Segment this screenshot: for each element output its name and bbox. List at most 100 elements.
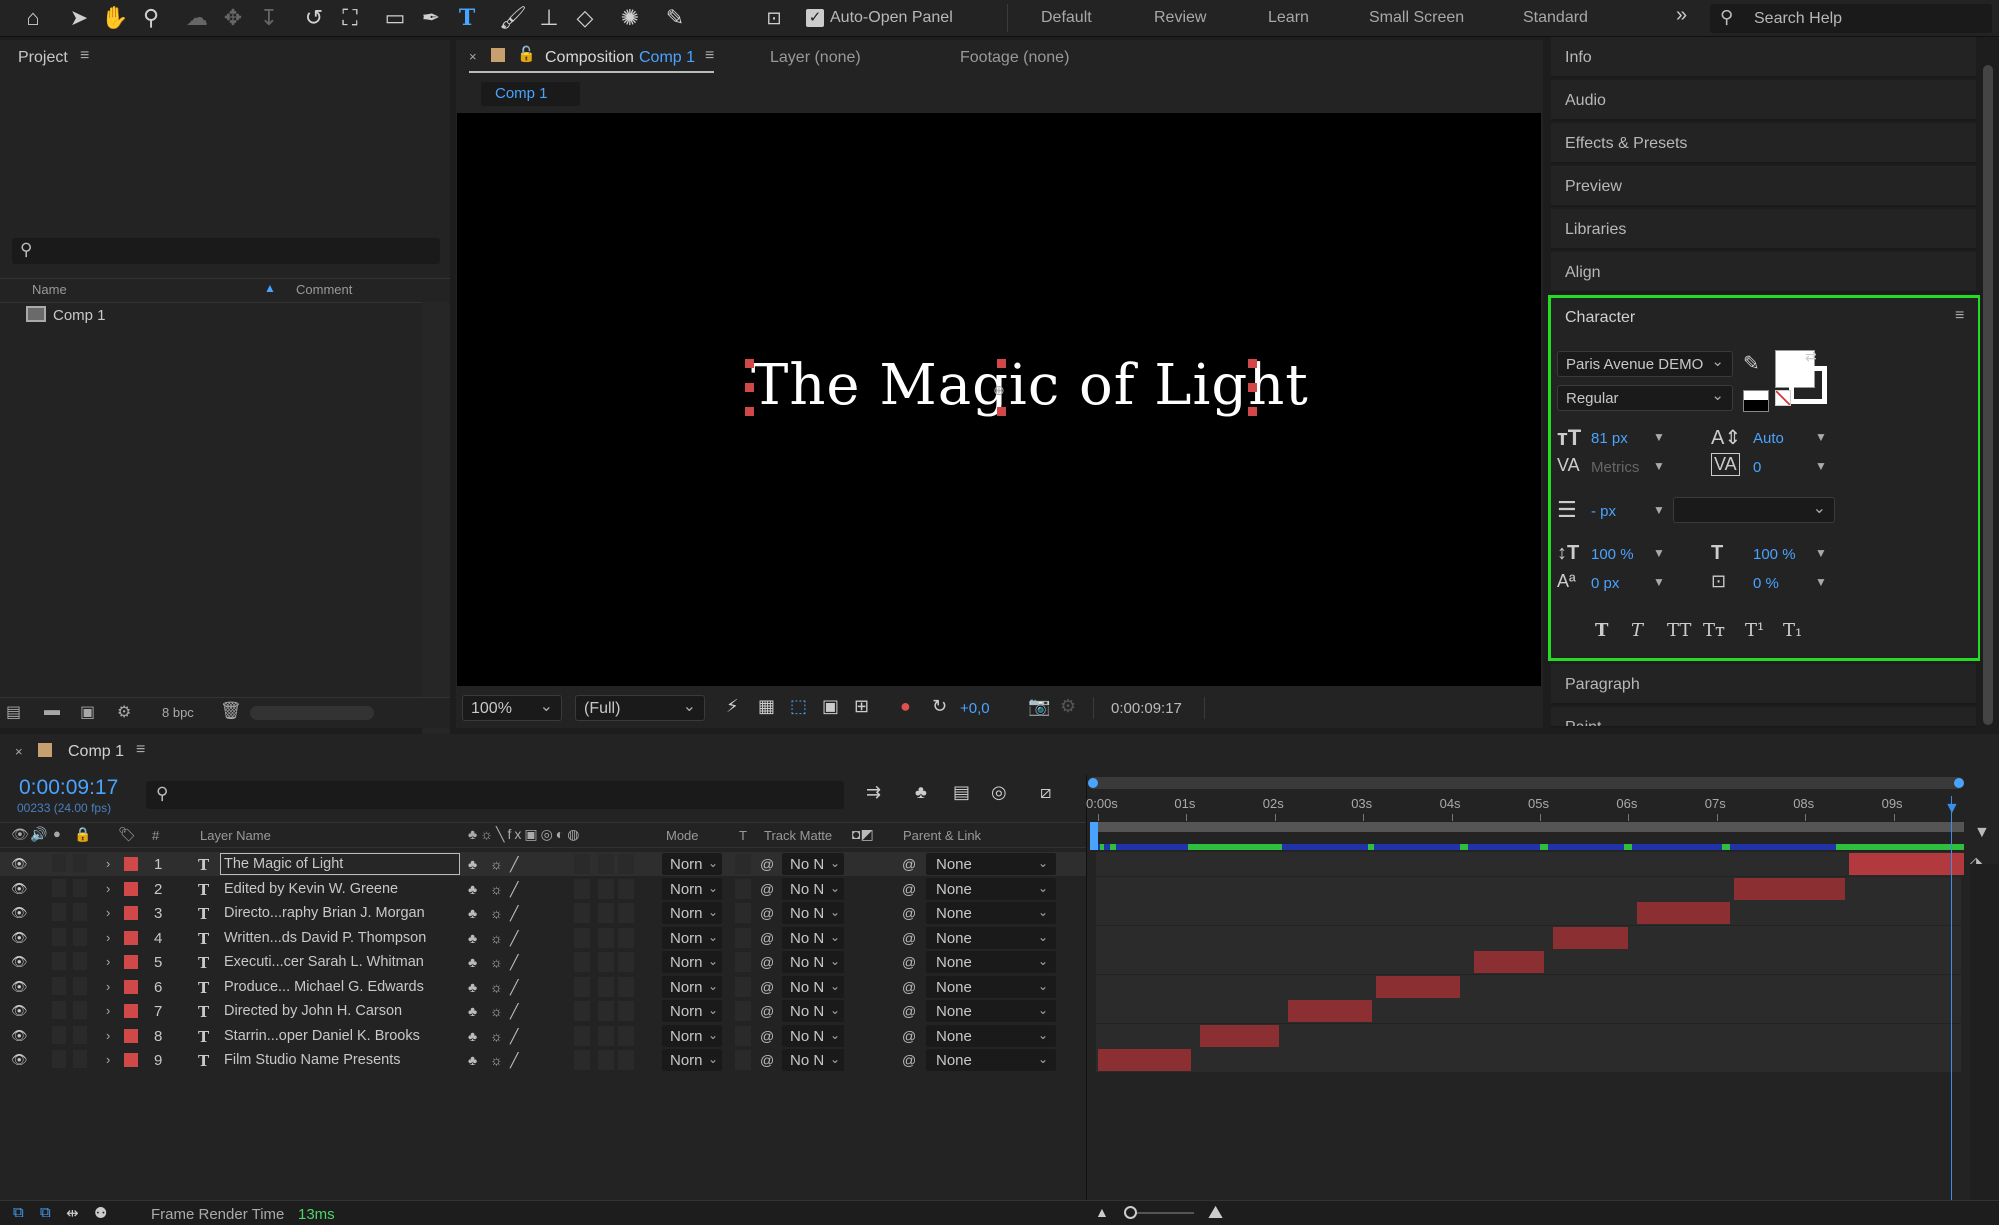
visibility-eye-icon[interactable]: 👁 [11,881,28,897]
bpc-label[interactable]: 8 bpc [162,705,194,720]
subscript-icon[interactable]: T₁ [1783,620,1802,641]
quality-switch-icon[interactable]: ╱ [510,954,518,971]
switch-box[interactable] [598,927,614,948]
region-of-interest-icon[interactable]: ▣ [822,696,839,717]
handle-tr[interactable] [1248,359,1257,368]
parent-pickwhip-icon[interactable]: @ [902,905,916,921]
tracking-dropdown-icon[interactable]: ▼ [1815,459,1827,473]
grid-guides-icon[interactable]: ⊞ [854,696,869,717]
expand-chevron-icon[interactable]: › [106,954,110,969]
layer-tab[interactable]: Layer (none) [770,49,861,67]
swap-colors-icon[interactable]: ⇄ [1805,348,1817,365]
layer-switches-icon[interactable]: ⧉ [13,1204,24,1221]
timeline-menu-icon[interactable]: ≡ [136,741,145,759]
collapse-switch-icon[interactable]: ☼ [490,1052,503,1068]
composition-tab-comp[interactable]: Comp 1 [639,49,695,67]
matte-pickwhip-icon[interactable]: @ [760,979,774,995]
switch-box[interactable] [574,976,590,997]
parent-pickwhip-icon[interactable]: @ [902,856,916,872]
orbit-tool-icon[interactable]: ☁ [182,4,212,32]
delete-icon[interactable]: 🗑 [220,701,242,721]
solo-box[interactable] [52,976,66,995]
label-color-swatch[interactable] [124,881,138,896]
project-panel-title[interactable]: Project [18,49,68,67]
right-panels-scrollbar[interactable] [1980,37,1999,728]
vertical-scale-dropdown-icon[interactable]: ▼ [1653,546,1665,560]
quality-switch-icon[interactable]: ╱ [510,1052,518,1069]
stroke-color-swatch[interactable] [1789,366,1827,404]
footage-tab[interactable]: Footage (none) [960,49,1069,67]
paint-panel[interactable]: Paint [1551,707,1976,728]
vertical-scale-value[interactable]: 100 % [1591,546,1634,563]
parent-pickwhip-icon[interactable]: @ [902,979,916,995]
layer-row[interactable]: 👁 › 9 T Film Studio Name Presents ♣ ☼ ╱ Norn ⌄ @ No… [0,1048,1086,1072]
switch-box[interactable] [618,1050,634,1070]
shy-switch-icon[interactable]: ♣ [468,1052,477,1068]
timeline-lane[interactable] [1096,852,1961,876]
switch-box[interactable] [574,854,590,874]
matte-pickwhip-icon[interactable]: @ [760,954,774,970]
stroke-width-dropdown-icon[interactable]: ▼ [1653,503,1665,517]
shy-switch-icon[interactable]: ♣ [468,979,477,995]
channel-icon[interactable]: ● [900,696,911,717]
switch-box[interactable] [618,878,634,899]
viewer-timecode[interactable]: 0:00:09:17 [1111,700,1182,717]
lock-box[interactable] [73,976,87,995]
quality-switch-icon[interactable]: ╱ [510,856,518,873]
switch-box[interactable] [574,1001,590,1021]
expand-chevron-icon[interactable]: › [106,1003,110,1018]
visibility-eye-icon[interactable]: 👁 [11,979,28,995]
quality-switch-icon[interactable]: ╱ [510,979,518,996]
horizontal-scale-value[interactable]: 100 % [1753,546,1796,563]
workspace-standard[interactable]: Standard [1523,9,1588,27]
expand-chevron-icon[interactable]: › [106,905,110,920]
black-white-swatch-icon[interactable] [1743,390,1769,412]
anchor-tool-icon[interactable]: ⛶ [335,4,365,32]
parent-pickwhip-icon[interactable]: @ [902,881,916,897]
solo-box[interactable] [52,854,66,872]
quality-switch-icon[interactable]: ╱ [510,881,518,898]
solo-box[interactable] [52,952,66,970]
switch-box[interactable] [618,927,634,948]
layer-name[interactable]: Film Studio Name Presents [224,1052,400,1068]
close-tab-icon[interactable]: × [469,49,477,64]
layer-name[interactable]: Directed by John H. Carson [224,1003,402,1019]
time-navigator[interactable] [1088,777,1964,789]
timeline-lane[interactable] [1096,901,1961,925]
zoom-out-icon[interactable]: ▲ [1095,1204,1109,1220]
stroke-width-value[interactable]: - px [1591,503,1616,520]
quality-switch-icon[interactable]: ╱ [510,1003,518,1020]
parent-pickwhip-icon[interactable]: @ [902,1028,916,1044]
collapse-switch-icon[interactable]: ☼ [490,905,503,921]
visibility-eye-icon[interactable]: 👁 [11,1028,28,1044]
expand-chevron-icon[interactable]: › [106,1028,110,1043]
layer-name[interactable]: Written...ds David P. Thompson [224,930,426,946]
layer-duration-bar[interactable] [1553,926,1629,949]
switch-box[interactable] [618,1001,634,1021]
parent-link-header[interactable]: Parent & Link [903,828,981,843]
tsume-dropdown-icon[interactable]: ▼ [1815,575,1827,589]
project-item-comp1[interactable]: Comp 1 [0,304,422,328]
layer-row[interactable]: 👁 › 4 T Written...ds David P. Thompson ♣ ☼ ╱ Nor… [0,926,1086,950]
preserve-transparency-box[interactable] [735,1050,751,1070]
close-timeline-icon[interactable]: × [15,744,23,759]
tracking-value[interactable]: 0 [1753,459,1761,476]
visibility-eye-icon[interactable]: 👁 [11,1003,28,1019]
resolution-dropdown[interactable]: (Full) [575,695,705,721]
label-color-swatch[interactable] [124,906,138,920]
handle-tl[interactable] [745,359,754,368]
layer-duration-bar[interactable] [1849,853,1965,875]
solo-toggle-icon[interactable]: ● [53,826,61,841]
switch-box[interactable] [598,854,614,874]
timeline-timecode[interactable]: 0:00:09:17 [19,776,118,800]
layer-duration-bar[interactable] [1098,1049,1191,1071]
layer-row[interactable]: 👁 › 2 T Edited by Kevin W. Greene ♣ ☼ ╱ Norn ⌄ @ No… [0,877,1086,901]
column-comment-header[interactable]: Comment [296,282,352,297]
faux-bold-icon[interactable]: T [1595,620,1608,641]
matte-pickwhip-icon[interactable]: @ [760,881,774,897]
paragraph-panel[interactable]: Paragraph [1551,664,1976,705]
exposure-value[interactable]: +0,0 [960,700,990,717]
collapse-switch-icon[interactable]: ☼ [490,930,503,946]
layer-name[interactable]: Produce... Michael G. Edwards [224,979,424,995]
graph-editor-icon[interactable]: ⧄ [1040,782,1051,803]
